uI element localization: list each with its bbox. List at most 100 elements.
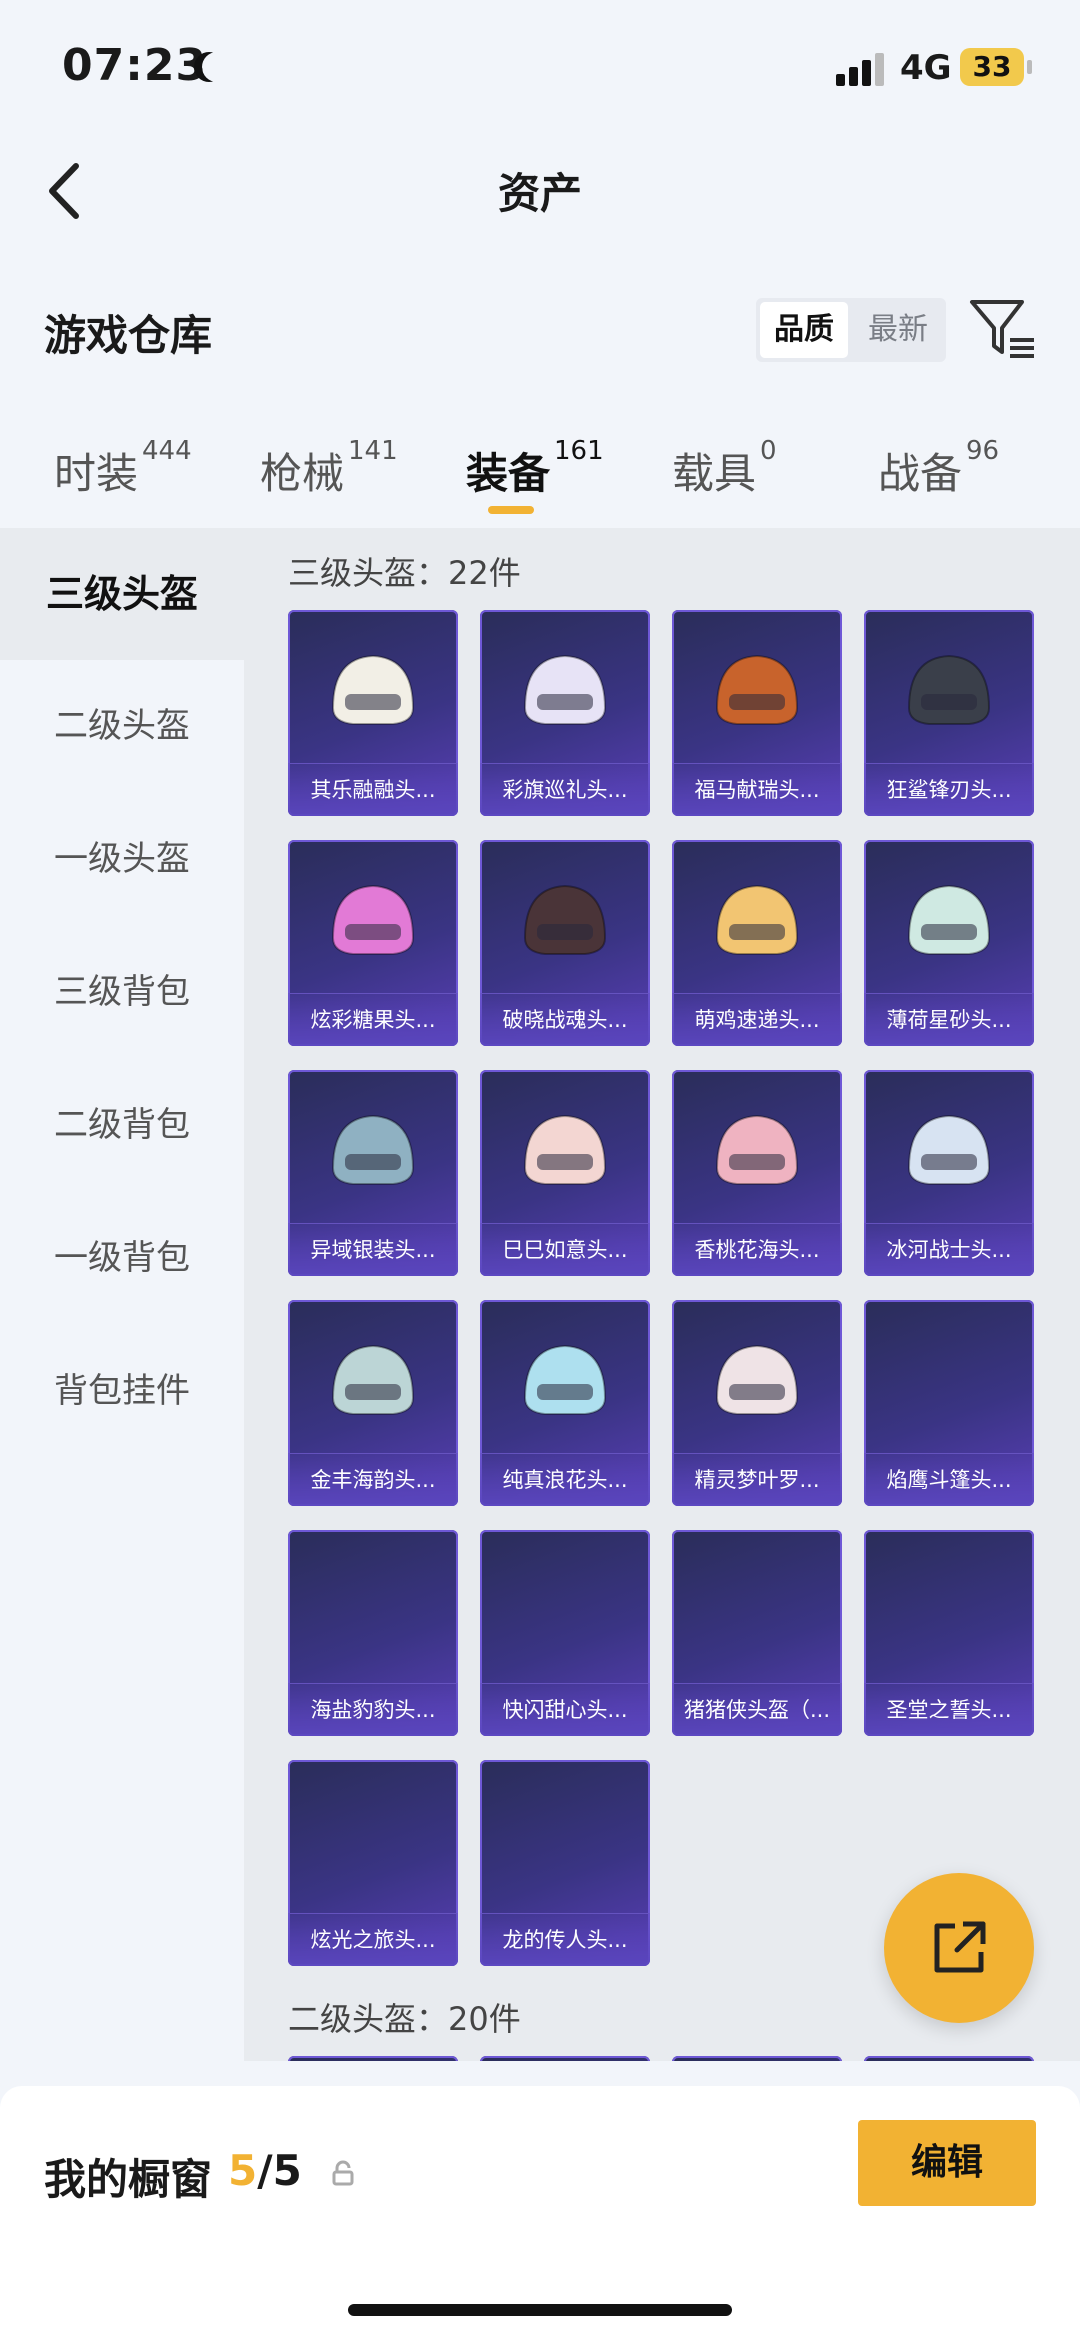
item-label: 精灵梦叶罗... bbox=[672, 1453, 842, 1506]
item-label: 焰鹰斗篷头... bbox=[864, 1453, 1034, 1506]
tab-supplies[interactable]: 战备 96 bbox=[878, 436, 999, 501]
tab-vehicles[interactable]: 载具 0 bbox=[672, 436, 777, 501]
sidebar-item-level2-backpack[interactable]: 二级背包 bbox=[0, 1059, 244, 1191]
sidebar-item-level1-helmet[interactable]: 一级头盔 bbox=[0, 793, 244, 925]
item-card[interactable]: 纯真浪花头... bbox=[480, 1300, 650, 1506]
item-label: 圣堂之誓头... bbox=[864, 1683, 1034, 1736]
helmet-icon bbox=[523, 1114, 607, 1185]
item-card[interactable]: 冰河战士头... bbox=[864, 1070, 1034, 1276]
item-card[interactable]: 其乐融融头... bbox=[288, 610, 458, 816]
item-label: 龙的传人头... bbox=[480, 1913, 650, 1966]
share-icon bbox=[934, 1921, 986, 1973]
item-card[interactable] bbox=[864, 2056, 1034, 2061]
warehouse-title: 游戏仓库 bbox=[44, 311, 213, 360]
showcase-label: 我的橱窗 bbox=[44, 2155, 213, 2204]
tab-equipment[interactable]: 装备 161 bbox=[466, 436, 604, 501]
item-card[interactable]: 海盐豹豹头... bbox=[288, 1530, 458, 1736]
item-label: 香桃花海头... bbox=[672, 1223, 842, 1276]
status-time: 07:23 bbox=[62, 40, 208, 91]
item-card[interactable] bbox=[288, 2056, 458, 2061]
filter-icon[interactable] bbox=[968, 296, 1038, 362]
helmet-icon bbox=[523, 884, 607, 955]
helmet-icon bbox=[331, 884, 415, 955]
item-card[interactable]: 薄荷星砂头... bbox=[864, 840, 1034, 1046]
network-label: 4G bbox=[900, 48, 952, 88]
sidebar-item-backpack-pendant[interactable]: 背包挂件 bbox=[0, 1325, 244, 1457]
item-grid-panel: 三级头盔：22件 其乐融融头... 彩旗巡礼头... 福马献瑞头... 狂鲨锋刃头..… bbox=[244, 528, 1080, 2061]
subcategory-sidebar: 三级头盔 二级头盔 一级头盔 三级背包 二级背包 一级背包 背包挂件 bbox=[0, 528, 244, 2061]
item-label: 纯真浪花头... bbox=[480, 1453, 650, 1506]
item-card[interactable]: 快闪甜心头... bbox=[480, 1530, 650, 1736]
item-card[interactable]: 狂鲨锋刃头... bbox=[864, 610, 1034, 816]
item-card[interactable]: 福马献瑞头... bbox=[672, 610, 842, 816]
section-title: 三级头盔：22件 bbox=[288, 554, 521, 592]
status-bar: 07:23 4G 33 bbox=[0, 0, 1080, 130]
battery-cap bbox=[1027, 60, 1032, 74]
item-card[interactable]: 龙的传人头... bbox=[480, 1760, 650, 1966]
item-card[interactable]: 炫彩糖果头... bbox=[288, 840, 458, 1046]
section-title: 二级头盔：20件 bbox=[288, 2000, 521, 2038]
item-card[interactable] bbox=[672, 2056, 842, 2061]
item-card[interactable]: 焰鹰斗篷头... bbox=[864, 1300, 1034, 1506]
item-card[interactable]: 精灵梦叶罗... bbox=[672, 1300, 842, 1506]
active-tab-indicator bbox=[488, 506, 534, 514]
item-card[interactable]: 猪猪侠头盔（... bbox=[672, 1530, 842, 1736]
item-label: 巳巳如意头... bbox=[480, 1223, 650, 1276]
helmet-icon bbox=[715, 654, 799, 725]
helmet-icon bbox=[331, 1344, 415, 1415]
item-label: 快闪甜心头... bbox=[480, 1683, 650, 1736]
sort-toggle: 品质 最新 bbox=[756, 298, 946, 362]
item-card[interactable]: 金丰海韵头... bbox=[288, 1300, 458, 1506]
helmet-icon bbox=[907, 884, 991, 955]
item-label: 福马献瑞头... bbox=[672, 763, 842, 816]
item-label: 炫光之旅头... bbox=[288, 1913, 458, 1966]
category-tabs: 时装 444 枪械 141 装备 161 载具 0 战备 96 bbox=[0, 420, 1080, 520]
battery-icon: 33 bbox=[960, 48, 1024, 86]
home-indicator bbox=[348, 2304, 732, 2316]
sort-quality-button[interactable]: 品质 bbox=[760, 302, 848, 358]
helmet-icon bbox=[715, 1344, 799, 1415]
sort-latest-button[interactable]: 最新 bbox=[854, 302, 942, 358]
item-label: 薄荷星砂头... bbox=[864, 993, 1034, 1046]
signal-icon bbox=[836, 52, 886, 86]
item-card[interactable]: 萌鸡速递头... bbox=[672, 840, 842, 1046]
helmet-icon bbox=[523, 654, 607, 725]
sidebar-item-level1-backpack[interactable]: 一级背包 bbox=[0, 1192, 244, 1324]
share-button[interactable] bbox=[884, 1873, 1034, 2023]
tab-fashion[interactable]: 时装 444 bbox=[54, 436, 192, 501]
page-title: 资产 bbox=[497, 169, 582, 218]
item-card[interactable]: 炫光之旅头... bbox=[288, 1760, 458, 1966]
item-label: 炫彩糖果头... bbox=[288, 993, 458, 1046]
edit-button[interactable]: 编辑 bbox=[858, 2120, 1036, 2206]
item-card[interactable]: 巳巳如意头... bbox=[480, 1070, 650, 1276]
helmet-icon bbox=[331, 1114, 415, 1185]
item-card[interactable]: 彩旗巡礼头... bbox=[480, 610, 650, 816]
item-label: 海盐豹豹头... bbox=[288, 1683, 458, 1736]
helmet-icon bbox=[715, 1114, 799, 1185]
helmet-icon bbox=[523, 1344, 607, 1415]
sidebar-item-level3-helmet[interactable]: 三级头盔 bbox=[0, 528, 244, 660]
item-label: 彩旗巡礼头... bbox=[480, 763, 650, 816]
helmet-icon bbox=[907, 654, 991, 725]
item-label: 猪猪侠头盔（... bbox=[672, 1683, 842, 1736]
helmet-icon bbox=[715, 884, 799, 955]
item-card[interactable] bbox=[480, 2056, 650, 2061]
item-label: 金丰海韵头... bbox=[288, 1453, 458, 1506]
helmet-icon bbox=[331, 654, 415, 725]
helmet-icon bbox=[907, 1114, 991, 1185]
item-label: 异域银装头... bbox=[288, 1223, 458, 1276]
item-card[interactable]: 异域银装头... bbox=[288, 1070, 458, 1276]
item-label: 破晓战魂头... bbox=[480, 993, 650, 1046]
showcase-bar: 我的橱窗 5/5 编辑 bbox=[0, 2086, 1080, 2337]
item-card[interactable]: 香桃花海头... bbox=[672, 1070, 842, 1276]
item-label: 其乐融融头... bbox=[288, 763, 458, 816]
moon-icon bbox=[202, 52, 232, 82]
showcase-count: 5/5 bbox=[228, 2146, 302, 2195]
item-card[interactable]: 圣堂之誓头... bbox=[864, 1530, 1034, 1736]
tab-guns[interactable]: 枪械 141 bbox=[260, 436, 398, 501]
item-label: 萌鸡速递头... bbox=[672, 993, 842, 1046]
sidebar-item-level3-backpack[interactable]: 三级背包 bbox=[0, 926, 244, 1058]
sidebar-item-level2-helmet[interactable]: 二级头盔 bbox=[0, 660, 244, 792]
item-card[interactable]: 破晓战魂头... bbox=[480, 840, 650, 1046]
item-label: 冰河战士头... bbox=[864, 1223, 1034, 1276]
